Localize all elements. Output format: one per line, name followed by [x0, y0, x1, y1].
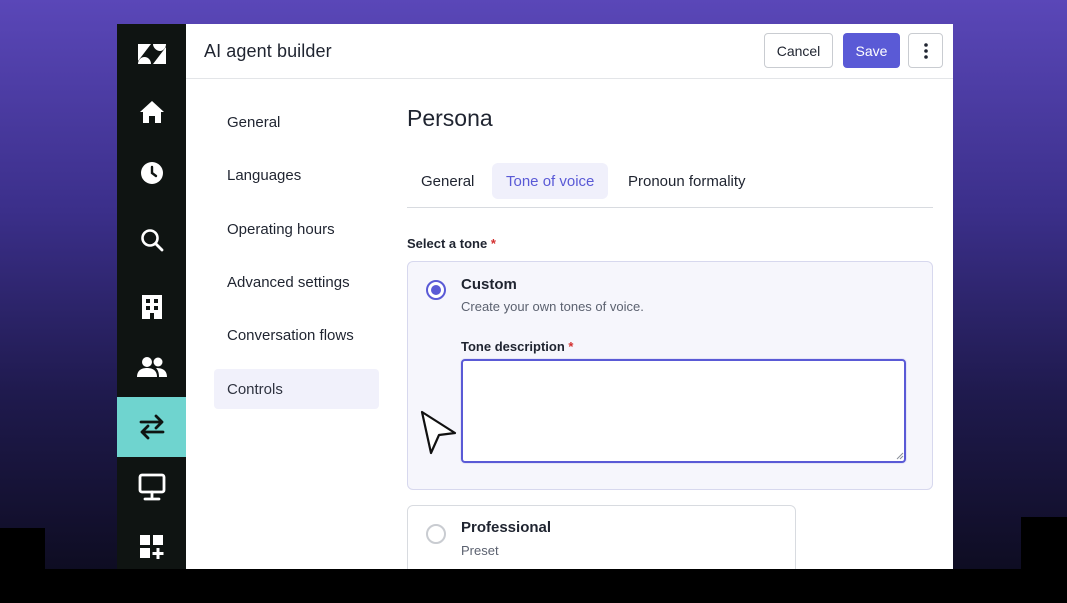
primary-nav-rail — [117, 24, 186, 569]
professional-option-title: Professional — [461, 519, 552, 536]
tab-pronoun-formality[interactable]: Pronoun formality — [614, 163, 760, 199]
subnav-item-operating-hours[interactable]: Operating hours — [214, 209, 379, 249]
video-frame-corner-left — [0, 528, 45, 569]
custom-radio[interactable] — [426, 280, 446, 300]
home-icon[interactable] — [117, 82, 186, 142]
clock-icon[interactable] — [117, 143, 186, 203]
subnav-item-advanced-settings[interactable]: Advanced settings — [214, 262, 379, 302]
select-tone-label: Select a tone * — [407, 236, 496, 251]
apps-add-icon[interactable] — [117, 517, 186, 569]
subnav-item-languages[interactable]: Languages — [214, 155, 379, 195]
users-icon[interactable] — [117, 337, 186, 397]
subnav-item-conversation-flows[interactable]: Conversation flows — [214, 315, 379, 355]
transfer-arrows-icon[interactable] — [117, 397, 186, 457]
tab-tone-of-voice[interactable]: Tone of voice — [492, 163, 609, 199]
subnav-item-controls[interactable]: Controls — [214, 369, 379, 409]
kebab-menu-icon — [923, 42, 928, 59]
page-title: Persona — [407, 105, 493, 131]
zendesk-logo-icon[interactable] — [117, 24, 186, 84]
building-icon[interactable] — [117, 277, 186, 337]
resize-handle-icon[interactable] — [896, 452, 904, 460]
tone-description-textarea[interactable] — [461, 359, 906, 463]
top-bar: AI agent builder Cancel Save — [186, 24, 953, 79]
video-frame-bottom — [0, 569, 1067, 603]
cancel-button[interactable]: Cancel — [764, 33, 833, 68]
required-marker: * — [490, 236, 496, 251]
custom-option-subtitle: Create your own tones of voice. — [461, 299, 644, 314]
custom-option-title: Custom — [461, 276, 517, 293]
save-button[interactable]: Save — [843, 33, 900, 68]
subnav-item-general[interactable]: General — [214, 102, 379, 142]
tab-general[interactable]: General — [407, 163, 488, 199]
professional-radio[interactable] — [426, 524, 446, 544]
professional-option-subtitle: Preset — [461, 543, 499, 558]
search-icon[interactable] — [117, 210, 186, 270]
more-options-button[interactable] — [908, 33, 943, 68]
app-window: AI agent builder Cancel Save General Lan… — [117, 24, 953, 569]
tone-description-label: Tone description * — [461, 339, 574, 354]
tab-list: General Tone of voice Pronoun formality — [407, 163, 933, 208]
mouse-pointer-icon — [420, 410, 457, 455]
app-title: AI agent builder — [204, 41, 332, 61]
tone-option-custom[interactable]: Custom Create your own tones of voice. T… — [407, 261, 933, 490]
tone-option-professional[interactable]: Professional Preset — [407, 505, 796, 569]
required-marker: * — [568, 339, 574, 354]
monitor-icon[interactable] — [117, 457, 186, 517]
video-frame-corner-right — [1021, 517, 1067, 569]
